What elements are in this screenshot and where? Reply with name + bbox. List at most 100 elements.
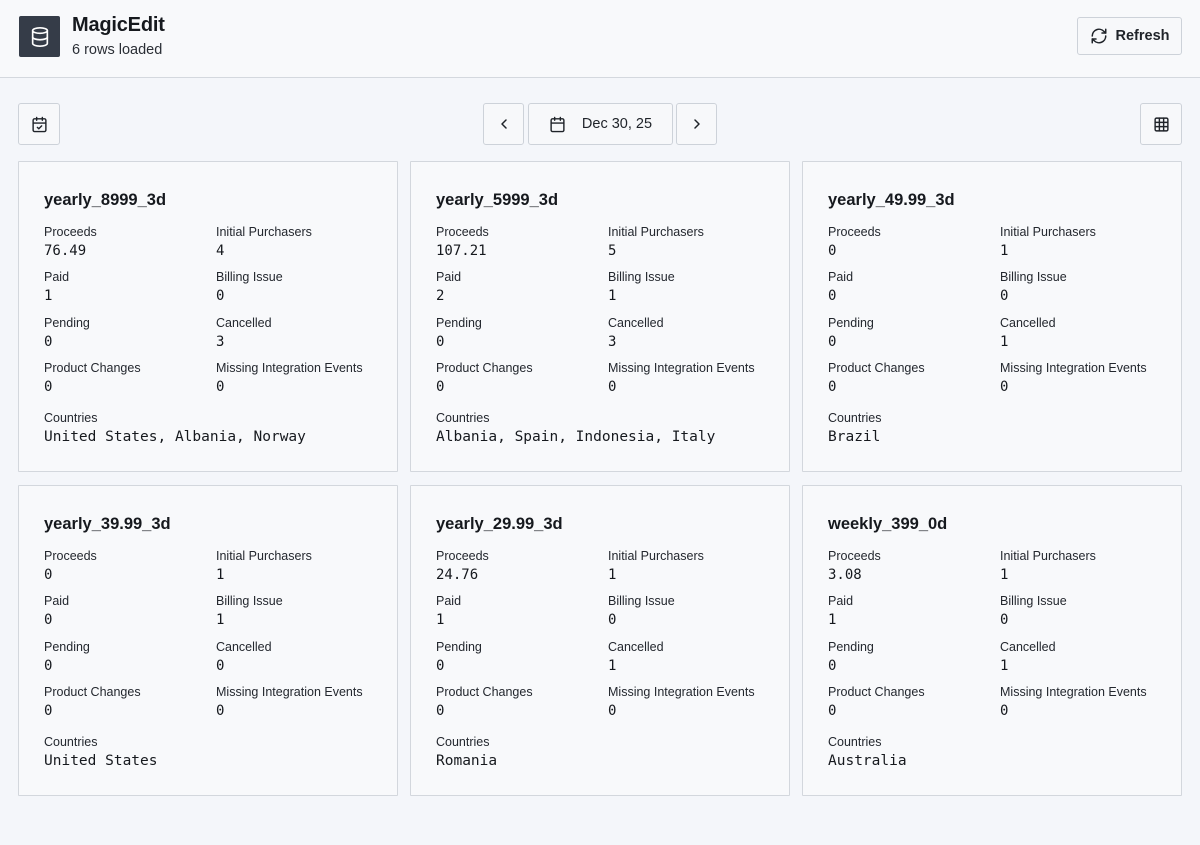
- card-title: yearly_39.99_3d: [44, 515, 171, 533]
- countries-stat: Countries United States: [44, 735, 158, 770]
- calendar-icon: [549, 116, 566, 133]
- stat-value: 2: [436, 288, 445, 304]
- rows-loaded-status: 6 rows loaded: [72, 42, 163, 58]
- stat-value: 0: [44, 612, 53, 628]
- pending-stat: Pending 0: [828, 640, 874, 675]
- product-changes-stat: Product Changes 0: [436, 685, 533, 720]
- stat-value: 1: [608, 288, 617, 304]
- product-card: yearly_8999_3d Proceeds 76.49 Initial Pur…: [18, 161, 398, 472]
- stat-label: Countries: [828, 411, 882, 425]
- database-icon: [19, 16, 60, 57]
- date-label: Dec 30, 25: [581, 116, 653, 132]
- stat-label: Missing Integration Events: [608, 685, 755, 699]
- proceeds-stat: Proceeds 107.21: [436, 225, 489, 260]
- stat-value: 0: [828, 379, 837, 395]
- stat-value: 107.21: [436, 243, 487, 259]
- stat-value: 0: [216, 379, 225, 395]
- stat-value: 0: [828, 703, 837, 719]
- card-title: yearly_8999_3d: [44, 191, 167, 209]
- stat-label: Product Changes: [44, 685, 141, 699]
- paid-stat: Paid 2: [436, 270, 461, 305]
- stat-label: Initial Purchasers: [608, 549, 704, 563]
- stat-label: Paid: [436, 594, 462, 608]
- stat-label: Billing Issue: [608, 270, 675, 284]
- product-card: yearly_39.99_3d Proceeds 0 Initial Purcha…: [18, 485, 398, 796]
- billing-issue-stat: Billing Issue 1: [216, 594, 283, 629]
- chevron-right-icon: [689, 116, 705, 132]
- billing-issue-stat: Billing Issue 1: [608, 270, 675, 305]
- table-icon: [1153, 116, 1170, 133]
- proceeds-stat: Proceeds 3.08: [828, 549, 881, 584]
- stat-label: Initial Purchasers: [608, 225, 704, 239]
- stat-value: Brazil: [828, 429, 881, 445]
- product-card: yearly_29.99_3d Proceeds 24.76 Initial Pu…: [410, 485, 790, 796]
- next-date-button[interactable]: [676, 103, 717, 145]
- stat-value: 0: [216, 288, 225, 304]
- today-button[interactable]: [18, 103, 60, 145]
- stat-label: Product Changes: [828, 685, 925, 699]
- stat-value: 0: [1000, 703, 1009, 719]
- card-title: weekly_399_0d: [828, 515, 948, 533]
- proceeds-stat: Proceeds 24.76: [436, 549, 489, 584]
- pending-stat: Pending 0: [436, 316, 482, 351]
- stat-value: 0: [44, 567, 53, 583]
- stat-value: 1: [44, 288, 53, 304]
- stat-label: Product Changes: [44, 361, 141, 375]
- stat-label: Pending: [828, 640, 874, 654]
- countries-stat: Countries Brazil: [828, 411, 882, 446]
- initial-purchasers-stat: Initial Purchasers 1: [608, 549, 704, 584]
- stat-value: 0: [436, 658, 445, 674]
- stat-value: 0: [608, 379, 617, 395]
- stat-value: 0: [1000, 379, 1009, 395]
- stat-value: 0: [1000, 612, 1009, 628]
- stat-value: 3: [216, 334, 225, 350]
- missing-integration-events-stat: Missing Integration Events 0: [608, 685, 755, 720]
- table-view-button[interactable]: [1140, 103, 1182, 145]
- billing-issue-stat: Billing Issue 0: [216, 270, 283, 305]
- stat-value: 0: [44, 379, 53, 395]
- stat-label: Proceeds: [44, 225, 97, 239]
- stat-label: Paid: [436, 270, 462, 284]
- stat-label: Pending: [44, 316, 90, 330]
- stat-value: Australia: [828, 753, 907, 769]
- stat-value: 0: [216, 658, 225, 674]
- cancelled-stat: Cancelled 3: [216, 316, 272, 351]
- stat-label: Proceeds: [828, 549, 881, 563]
- missing-integration-events-stat: Missing Integration Events 0: [608, 361, 755, 396]
- app-header: MagicEdit 6 rows loaded Refresh: [0, 0, 1200, 78]
- stat-label: Cancelled: [1000, 316, 1056, 330]
- stat-label: Cancelled: [216, 316, 272, 330]
- countries-stat: Countries Albania, Spain, Indonesia, Ital…: [436, 411, 715, 446]
- previous-date-button[interactable]: [483, 103, 524, 145]
- refresh-button[interactable]: Refresh: [1077, 17, 1182, 55]
- stat-value: 0: [436, 703, 445, 719]
- stat-label: Paid: [44, 594, 70, 608]
- stat-label: Proceeds: [436, 225, 489, 239]
- cancelled-stat: Cancelled 3: [608, 316, 664, 351]
- stat-label: Product Changes: [436, 685, 533, 699]
- stat-value: 0: [608, 703, 617, 719]
- stat-value: 0: [828, 658, 837, 674]
- product-changes-stat: Product Changes 0: [828, 685, 925, 720]
- missing-integration-events-stat: Missing Integration Events 0: [1000, 361, 1147, 396]
- refresh-icon: [1090, 27, 1108, 45]
- stat-value: 1: [608, 658, 617, 674]
- product-card: weekly_399_0d Proceeds 3.08 Initial Purch…: [802, 485, 1182, 796]
- countries-stat: Countries United States, Albania, Norway: [44, 411, 306, 446]
- refresh-label: Refresh: [1115, 28, 1170, 44]
- pending-stat: Pending 0: [436, 640, 482, 675]
- card-title: yearly_49.99_3d: [828, 191, 955, 209]
- calendar-check-icon: [31, 116, 48, 133]
- product-changes-stat: Product Changes 0: [44, 361, 141, 396]
- initial-purchasers-stat: Initial Purchasers 4: [216, 225, 312, 260]
- stat-label: Billing Issue: [216, 594, 283, 608]
- missing-integration-events-stat: Missing Integration Events 0: [216, 685, 363, 720]
- date-picker-button[interactable]: Dec 30, 25: [528, 103, 673, 145]
- stat-value: 1: [216, 567, 225, 583]
- stat-label: Initial Purchasers: [216, 549, 312, 563]
- stat-label: Countries: [436, 411, 490, 425]
- stat-label: Missing Integration Events: [1000, 361, 1147, 375]
- cancelled-stat: Cancelled 0: [216, 640, 272, 675]
- pending-stat: Pending 0: [44, 316, 90, 351]
- stat-value: 0: [44, 658, 53, 674]
